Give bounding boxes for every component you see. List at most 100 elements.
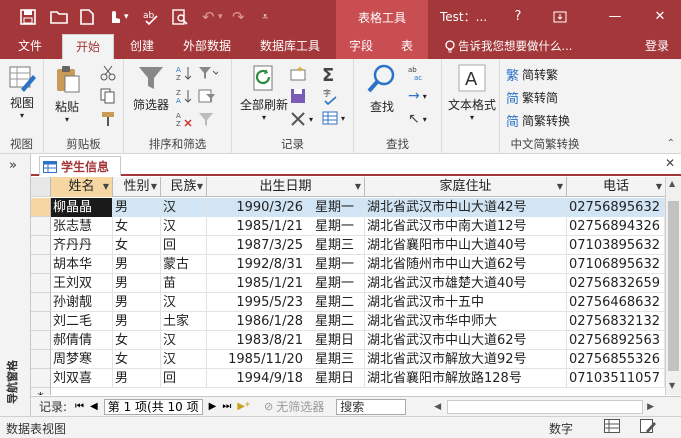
cell-ethnicity[interactable]: 苗 xyxy=(161,274,207,293)
to-simplified-button[interactable]: 简繁转简 xyxy=(506,88,558,107)
nav-pane-toggle[interactable]: » xyxy=(9,158,17,173)
row-selector[interactable] xyxy=(31,331,51,350)
cell-name[interactable]: 孙谢靓 xyxy=(51,293,113,312)
collapse-ribbon-icon[interactable]: ⌃ xyxy=(667,138,675,149)
convert-button[interactable]: 简简繁转换 xyxy=(506,111,570,130)
no-filter-label[interactable]: 无筛选器 xyxy=(276,398,324,415)
cell-address[interactable]: 湖北省武汉市中南大道12号 xyxy=(365,217,567,236)
close-document-button[interactable]: ✕ xyxy=(665,156,675,170)
scroll-left-arrow[interactable]: ◀ xyxy=(434,402,441,412)
cell-phone[interactable]: 07103895632 xyxy=(567,236,665,255)
cell-gender[interactable]: 男 xyxy=(113,369,161,388)
save-record-icon[interactable] xyxy=(290,88,306,104)
cell-weekday[interactable]: 星期一 xyxy=(305,217,365,236)
cell-weekday[interactable]: 星期日 xyxy=(305,369,365,388)
new-record-marker[interactable]: * xyxy=(31,388,51,395)
cell-ethnicity[interactable]: 蒙古 xyxy=(161,255,207,274)
cell-ethnicity[interactable]: 回 xyxy=(161,369,207,388)
cell-birthdate[interactable]: 1990/3/26 xyxy=(207,198,305,217)
row-selector[interactable] xyxy=(31,350,51,369)
cell-weekday[interactable]: 星期一 xyxy=(305,198,365,217)
row-selector[interactable] xyxy=(31,217,51,236)
row-selector[interactable] xyxy=(31,198,51,217)
cell-weekday[interactable]: 星期二 xyxy=(305,312,365,331)
table-row[interactable]: 王刘双男苗 1985/1/21 星期一 湖北省武汉市雄楚大道40号 0275683265… xyxy=(31,274,665,293)
cell-name[interactable]: 张志慧 xyxy=(51,217,113,236)
sort-ascending-icon[interactable]: AZ xyxy=(176,65,194,81)
table-row[interactable]: 郝倩倩女汉 1983/8/21 星期日 湖北省武汉市中山大道62号 0275689256… xyxy=(31,331,665,350)
cell-address[interactable]: 湖北省武汉市中山大道42号 xyxy=(365,198,567,217)
datasheet-view-button[interactable] xyxy=(604,419,620,436)
redo-icon[interactable]: ↷ xyxy=(232,0,245,34)
row-selector[interactable] xyxy=(31,236,51,255)
cell-birthdate[interactable]: 1992/8/31 xyxy=(207,255,305,274)
next-record-icon[interactable]: ▶ xyxy=(209,401,217,412)
table-row[interactable]: 周梦寒女汉 1985/11/20 星期三 湖北省武汉市解放大道92号 027568553… xyxy=(31,350,665,369)
close-button[interactable]: ✕ xyxy=(645,0,675,34)
column-header-address[interactable]: 家庭住址 ▼ xyxy=(365,177,567,197)
save-icon[interactable] xyxy=(20,0,36,34)
cell-name[interactable]: 刘双喜 xyxy=(51,369,113,388)
customize-qat-icon[interactable]: ⩡ xyxy=(262,0,268,34)
view-button[interactable]: 视图 ▾ xyxy=(4,63,40,120)
paste-button[interactable]: 粘贴 ▾ xyxy=(48,63,86,124)
tab-fields[interactable]: 字段 xyxy=(336,34,386,59)
row-selector[interactable] xyxy=(31,369,51,388)
cell-birthdate[interactable]: 1995/5/23 xyxy=(207,293,305,312)
column-header-phone[interactable]: 电话 ▼ xyxy=(567,177,665,197)
select-icon[interactable]: ↖ ▾ xyxy=(408,111,427,127)
scroll-up-arrow[interactable]: ▲ xyxy=(669,179,675,188)
cell-weekday[interactable]: 星期三 xyxy=(305,236,365,255)
navigation-pane[interactable]: » 导航窗格 xyxy=(0,154,31,416)
cell-gender[interactable]: 女 xyxy=(113,236,161,255)
cell-gender[interactable]: 女 xyxy=(113,217,161,236)
cell-gender[interactable]: 男 xyxy=(113,255,161,274)
undo-dropdown-icon[interactable]: ▾ xyxy=(218,0,223,34)
scroll-right-arrow[interactable]: ▶ xyxy=(647,402,654,412)
table-row[interactable]: 柳晶晶男汉 1990/3/26 星期一 湖北省武汉市中山大道42号 0275689563… xyxy=(31,198,665,217)
cell-name[interactable]: 胡本华 xyxy=(51,255,113,274)
text-format-button[interactable]: A 文本格式 ▾ xyxy=(444,63,500,122)
cell-phone[interactable]: 02756895632 xyxy=(567,198,665,217)
table-row[interactable]: 齐丹丹女回 1987/3/25 星期三 湖北省襄阳市中山大道40号 0710389563… xyxy=(31,236,665,255)
new-record-icon[interactable] xyxy=(290,65,308,81)
qat-dropdown-icon[interactable]: ▾ xyxy=(124,0,129,34)
tab-home[interactable]: 开始 xyxy=(62,34,114,59)
cell-birthdate[interactable]: 1987/3/25 xyxy=(207,236,305,255)
selection-filter-icon[interactable] xyxy=(198,65,218,81)
select-all-corner[interactable] xyxy=(31,177,51,197)
row-selector[interactable] xyxy=(31,293,51,312)
cell-address[interactable]: 湖北省武汉市华中师大 xyxy=(365,312,567,331)
filter-button[interactable]: 筛选器 xyxy=(128,63,174,113)
tab-external-data[interactable]: 外部数据 xyxy=(175,34,239,59)
cell-phone[interactable]: 02756468632 xyxy=(567,293,665,312)
cell-phone[interactable]: 02756832132 xyxy=(567,312,665,331)
cell-name[interactable]: 周梦寒 xyxy=(51,350,113,369)
cell-birthdate[interactable]: 1985/11/20 xyxy=(207,350,305,369)
advanced-filter-icon[interactable] xyxy=(198,88,218,104)
column-header-birthdate[interactable]: 出生日期 ▼ xyxy=(207,177,365,197)
cell-weekday[interactable]: 星期一 xyxy=(305,274,365,293)
replace-icon[interactable]: ab ac xyxy=(408,65,428,81)
copy-icon[interactable] xyxy=(100,88,116,104)
vertical-scrollbar[interactable]: ▲ ▼ xyxy=(665,177,681,395)
spelling-check-icon[interactable]: 字 xyxy=(322,88,340,106)
tab-file[interactable]: 文件 xyxy=(10,34,50,59)
cell-gender[interactable]: 男 xyxy=(113,293,161,312)
undo-icon[interactable]: ↶ xyxy=(202,0,215,34)
tab-table[interactable]: 表 xyxy=(386,34,428,59)
cell-name[interactable]: 郝倩倩 xyxy=(51,331,113,350)
design-view-button[interactable] xyxy=(640,419,656,436)
more-records-icon[interactable]: ▾ xyxy=(322,111,345,125)
horizontal-scrollbar[interactable] xyxy=(447,399,644,414)
cell-phone[interactable]: 07103511057 xyxy=(567,369,665,388)
ribbon-display-icon[interactable] xyxy=(545,0,575,34)
cell-weekday[interactable]: 星期日 xyxy=(305,331,365,350)
cell-weekday[interactable]: 星期二 xyxy=(305,293,365,312)
cell-ethnicity[interactable]: 汉 xyxy=(161,331,207,350)
help-button[interactable]: ? xyxy=(503,0,533,34)
new-blank-record-icon[interactable]: ▶* xyxy=(237,401,250,412)
cell-name[interactable]: 柳晶晶 xyxy=(51,198,113,217)
find-button[interactable]: 查找 xyxy=(362,63,402,115)
cell-phone[interactable]: 02756832659 xyxy=(567,274,665,293)
